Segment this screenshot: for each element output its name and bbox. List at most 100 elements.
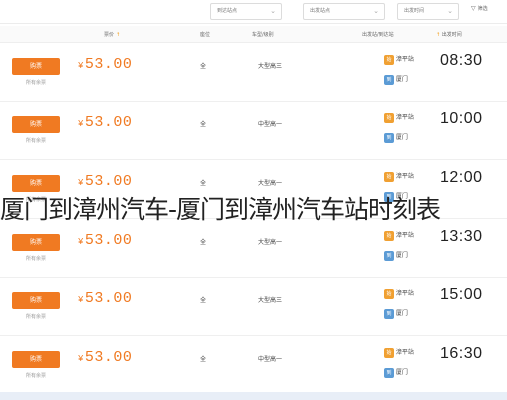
origin-station: 始 漳平站 [362, 171, 414, 182]
departure-time: 12:00 [440, 169, 483, 186]
table-row: 购票所有余票 ¥53.00 全 大型高一 始 漳平站到 厦门 13:30 [0, 220, 507, 278]
currency-symbol: ¥ [78, 295, 84, 305]
departure-column-header[interactable]: ↑ 出发时间 [434, 31, 462, 38]
buy-ticket-button[interactable]: 购票 [12, 116, 60, 133]
table-row: 购票所有余票 ¥53.00 全 中型高一 始 漳平站到 厦门 10:00 [0, 102, 507, 160]
currency-symbol: ¥ [78, 61, 84, 71]
filter-bar: 到达站点 ⌄ 出发站点 ⌄ 出发时间 ⌄ ▽ 筛选 [0, 0, 507, 24]
vehicle-type: 中型高一 [258, 356, 283, 363]
vehicle-column-header: 车型/级别 [252, 32, 274, 38]
origin-station-name: 漳平站 [395, 114, 414, 121]
origin-station-name: 漳平站 [395, 173, 414, 180]
vehicle-type: 大型高三 [258, 297, 283, 304]
destination-station: 到 厦门 [362, 74, 408, 85]
origin-tag-icon: 始 [384, 230, 394, 241]
origin-station-name: 漳平站 [395, 56, 414, 63]
seat-info: 全 [200, 297, 207, 304]
ticket-price: ¥53.00 [78, 173, 132, 190]
ticket-availability: 所有余票 [25, 256, 46, 262]
departure-time-filter[interactable]: 出发时间 ⌄ [397, 3, 459, 20]
buy-ticket-button[interactable]: 购票 [12, 58, 60, 75]
arrival-station-filter-label: 到达站点 [217, 8, 238, 14]
destination-tag-icon: 到 [384, 308, 394, 319]
origin-tag-icon: 始 [384, 347, 394, 358]
departure-time: 16:30 [440, 345, 483, 362]
bottom-bar [0, 392, 507, 400]
ticket-availability: 所有余票 [25, 138, 46, 144]
destination-station-name: 厦门 [395, 134, 408, 141]
table-row: 购票所有余票 ¥53.00 全 大型高三 始 漳平站到 厦门 15:00 [0, 278, 507, 336]
seat-info: 全 [200, 356, 207, 363]
ticket-availability: 所有余票 [25, 80, 46, 86]
price-value: 53.00 [84, 232, 133, 249]
price-header-label: 票价 [104, 32, 115, 38]
price-column-header[interactable]: 票价 ↑ [104, 31, 120, 38]
origin-station-name: 漳平站 [395, 232, 414, 239]
destination-station-name: 厦门 [395, 252, 408, 259]
sort-arrow-icon: ↑ [116, 32, 121, 38]
departure-time: 10:00 [440, 110, 483, 127]
destination-station-name: 厦门 [395, 310, 408, 317]
page-caption: 厦门到漳州汽车-厦门到漳州汽车站时刻表 [0, 195, 441, 224]
seat-info: 全 [200, 63, 207, 70]
price-value: 53.00 [84, 290, 133, 307]
origin-station: 始 漳平站 [362, 54, 414, 65]
sort-arrow-icon: ↑ [436, 32, 441, 38]
destination-tag-icon: 到 [384, 367, 394, 378]
destination-station-name: 厦门 [395, 369, 408, 376]
seat-column-header: 座位 [200, 32, 211, 38]
seat-info: 全 [200, 239, 207, 246]
buy-ticket-button[interactable]: 购票 [12, 351, 60, 368]
origin-tag-icon: 始 [384, 288, 394, 299]
price-value: 53.00 [84, 349, 133, 366]
origin-station-name: 漳平站 [395, 349, 414, 356]
vehicle-type: 大型高一 [258, 239, 283, 246]
filter-button-label: 筛选 [477, 6, 488, 12]
buy-ticket-button[interactable]: 购票 [12, 292, 60, 309]
origin-station: 始 漳平站 [362, 112, 414, 123]
filter-button[interactable]: ▽ 筛选 [471, 5, 488, 12]
departure-time: 13:30 [440, 228, 483, 245]
table-header: 票价 ↑ 座位 车型/级别 出发站/到达站 ↑ 出发时间 [0, 26, 507, 43]
departure-time-filter-label: 出发时间 [404, 8, 425, 14]
destination-tag-icon: 到 [384, 74, 394, 85]
buy-ticket-button[interactable]: 购票 [12, 234, 60, 251]
table-row: 购票 所有余票 ¥53.00 全 中型高一 始 漳平站到 厦门 16:30 [0, 337, 507, 395]
currency-symbol: ¥ [78, 354, 84, 364]
ticket-price: ¥53.00 [78, 232, 132, 249]
ticket-price: ¥53.00 [78, 56, 132, 73]
departure-time: 15:00 [440, 286, 483, 303]
destination-station: 到 厦门 [362, 367, 408, 378]
ticket-price: ¥53.00 [78, 349, 132, 366]
destination-station: 到 厦门 [362, 250, 408, 261]
origin-station: 始 漳平站 [362, 347, 414, 358]
vehicle-type: 大型高三 [258, 63, 283, 70]
chevron-down-icon: ⌄ [447, 7, 453, 15]
filter-icon: ▽ [471, 5, 476, 12]
chevron-down-icon: ⌄ [270, 7, 276, 15]
destination-tag-icon: 到 [384, 132, 394, 143]
ticket-price: ¥53.00 [78, 114, 132, 131]
origin-tag-icon: 始 [384, 112, 394, 123]
price-value: 53.00 [84, 114, 133, 131]
departure-station-filter[interactable]: 出发站点 ⌄ [303, 3, 385, 20]
ticket-availability: 所有余票 [25, 314, 46, 320]
departure-time: 08:30 [440, 52, 483, 69]
buy-ticket-button[interactable]: 购票 [12, 175, 60, 192]
destination-station-name: 厦门 [395, 76, 408, 83]
arrival-station-filter[interactable]: 到达站点 ⌄ [210, 3, 282, 20]
vehicle-type: 中型高一 [258, 121, 283, 128]
departure-header-label: 出发时间 [441, 32, 462, 38]
seat-info: 全 [200, 121, 207, 128]
destination-station: 到 厦门 [362, 132, 408, 143]
origin-tag-icon: 始 [384, 171, 394, 182]
currency-symbol: ¥ [78, 119, 84, 129]
currency-symbol: ¥ [78, 178, 84, 188]
origin-station-name: 漳平站 [395, 290, 414, 297]
departure-station-filter-label: 出发站点 [310, 8, 331, 14]
destination-tag-icon: 到 [384, 250, 394, 261]
chevron-down-icon: ⌄ [373, 7, 379, 15]
price-value: 53.00 [84, 56, 133, 73]
vehicle-type: 大型高一 [258, 180, 283, 187]
seat-info: 全 [200, 180, 207, 187]
